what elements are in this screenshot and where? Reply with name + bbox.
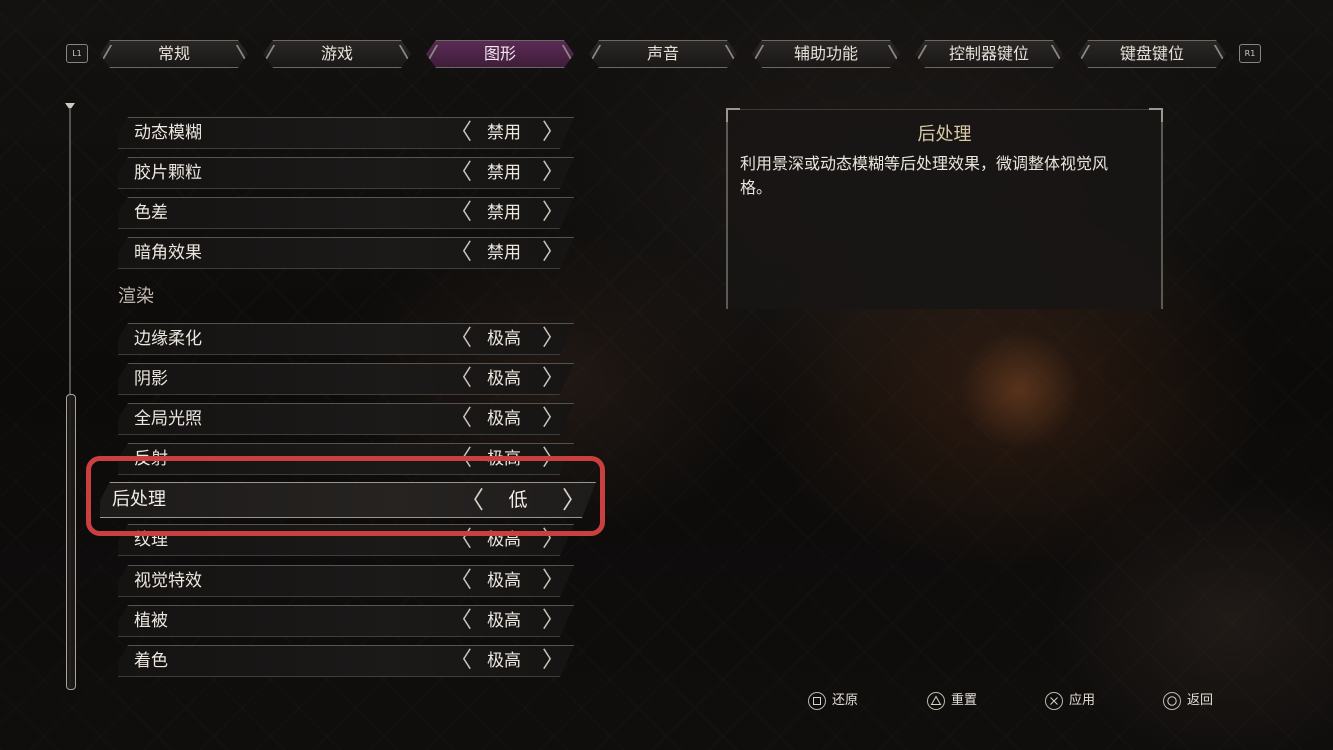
setting-value: 极高 [487, 369, 521, 389]
reset-button[interactable]: 还原 [808, 690, 858, 712]
scrollbar-thumb[interactable] [66, 394, 76, 690]
arrow-right-icon[interactable]: 〉 [542, 158, 564, 188]
setting-label: 色差 [134, 203, 168, 223]
description-panel: 后处理 利用景深或动态模糊等后处理效果，微调整体视觉风格。 [726, 108, 1163, 309]
setting-row-anti-aliasing[interactable]: 边缘柔化 〈 极高 〉 [118, 323, 574, 355]
setting-value: 极高 [487, 651, 521, 671]
tab-general[interactable]: 常规 [100, 40, 248, 68]
arrow-right-icon[interactable]: 〉 [542, 404, 564, 434]
default-button[interactable]: 重置 [927, 690, 977, 712]
r1-shoulder-icon[interactable]: R1 [1239, 44, 1261, 63]
setting-row-chromatic-aberration[interactable]: 色差 〈 禁用 〉 [118, 197, 574, 229]
setting-label: 动态模糊 [134, 123, 202, 143]
reset-label: 还原 [832, 693, 859, 708]
setting-label: 视觉特效 [134, 571, 202, 591]
setting-row-global-illumination[interactable]: 全局光照 〈 极高 〉 [118, 403, 574, 435]
arrow-right-icon[interactable]: 〉 [542, 606, 564, 636]
setting-value: 禁用 [487, 163, 521, 183]
setting-row-vignette[interactable]: 暗角效果 〈 禁用 〉 [118, 237, 574, 269]
arrow-right-icon[interactable]: 〉 [542, 238, 564, 268]
setting-row-foliage[interactable]: 植被 〈 极高 〉 [118, 605, 574, 637]
setting-value: 极高 [487, 571, 521, 591]
arrow-right-icon[interactable]: 〉 [542, 646, 564, 676]
setting-row-shading[interactable]: 着色 〈 极高 〉 [118, 645, 574, 677]
arrow-right-icon[interactable]: 〉 [542, 118, 564, 148]
tab-keyboard-bindings[interactable]: 键盘键位 [1078, 40, 1226, 68]
background-ember-glow [960, 330, 1080, 450]
back-button[interactable]: 返回 [1163, 690, 1213, 712]
setting-label: 阴影 [134, 369, 168, 389]
apply-label: 应用 [1069, 693, 1096, 708]
setting-label: 胶片颗粒 [134, 163, 202, 183]
setting-label: 边缘柔化 [134, 329, 202, 349]
setting-value: 极高 [487, 409, 521, 429]
setting-row-film-grain[interactable]: 胶片颗粒 〈 禁用 〉 [118, 157, 574, 189]
setting-label: 植被 [134, 611, 168, 631]
setting-value: 禁用 [487, 203, 521, 223]
setting-value: 禁用 [487, 243, 521, 263]
description-title: 后处理 [917, 124, 972, 145]
triangle-button-icon [927, 692, 945, 710]
tab-sound[interactable]: 声音 [589, 40, 737, 68]
highlight-annotation-box [86, 456, 605, 536]
tab-graphics[interactable]: 图形 [426, 40, 574, 68]
arrow-right-icon[interactable]: 〉 [542, 566, 564, 596]
section-title-rendering: 渲染 [118, 286, 154, 307]
setting-label: 全局光照 [134, 409, 202, 429]
arrow-right-icon[interactable]: 〉 [542, 324, 564, 354]
tab-accessibility[interactable]: 辅助功能 [752, 40, 900, 68]
tab-game[interactable]: 游戏 [263, 40, 411, 68]
setting-row-visual-effects[interactable]: 视觉特效 〈 极高 〉 [118, 565, 574, 597]
cross-button-icon [1045, 692, 1063, 710]
setting-value: 禁用 [487, 123, 521, 143]
setting-value: 极高 [487, 329, 521, 349]
back-label: 返回 [1187, 693, 1214, 708]
setting-row-shadows[interactable]: 阴影 〈 极高 〉 [118, 363, 574, 395]
setting-value: 极高 [487, 611, 521, 631]
setting-row-motion-blur[interactable]: 动态模糊 〈 禁用 〉 [118, 117, 574, 149]
description-body: 利用景深或动态模糊等后处理效果，微调整体视觉风格。 [740, 154, 1109, 197]
l1-shoulder-icon[interactable]: L1 [66, 44, 88, 63]
setting-label: 着色 [134, 651, 168, 671]
apply-button[interactable]: 应用 [1045, 690, 1095, 712]
tab-controller-bindings[interactable]: 控制器键位 [915, 40, 1063, 68]
circle-button-icon [1163, 692, 1181, 710]
default-label: 重置 [951, 693, 978, 708]
arrow-right-icon[interactable]: 〉 [542, 364, 564, 394]
setting-label: 暗角效果 [134, 243, 202, 263]
arrow-right-icon[interactable]: 〉 [542, 198, 564, 228]
square-button-icon [808, 692, 826, 710]
